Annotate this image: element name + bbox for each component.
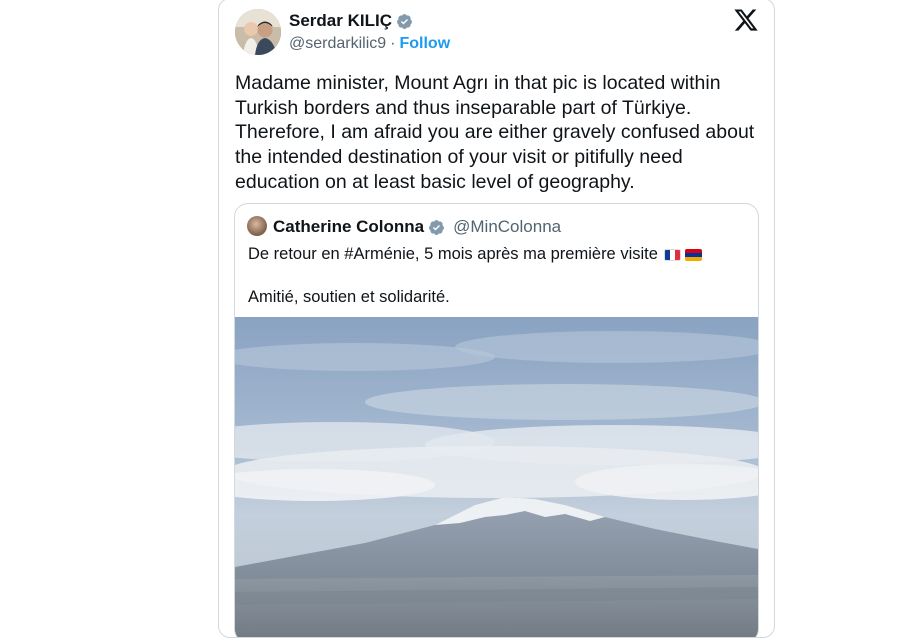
mountain-photo[interactable]: [235, 317, 758, 637]
author-name[interactable]: Serdar KILIÇ: [289, 11, 392, 31]
verified-badge-icon: [397, 13, 412, 29]
follow-button[interactable]: Follow: [399, 35, 450, 53]
quoted-tweet-text: De retour en #Arménie, 5 mois après ma p…: [248, 245, 658, 263]
verified-badge-icon: [429, 219, 445, 235]
author-avatar[interactable]: [235, 9, 281, 55]
flag-france-icon: [663, 248, 681, 261]
quoted-tweet-header: Catherine Colonna @MinColonna: [273, 217, 561, 237]
quoted-tweet-line1: De retour en #Arménie, 5 mois après ma p…: [248, 245, 702, 264]
quoted-author-handle[interactable]: @MinColonna: [453, 217, 561, 237]
quoted-tweet-line2: Amitié, soutien et solidarité.: [248, 288, 450, 306]
author-handle-row: @serdarkilic9 · Follow: [289, 35, 450, 53]
tweet-text: Madame minister, Mount Agrı in that pic …: [235, 72, 755, 193]
separator-dot: ·: [390, 35, 396, 52]
quoted-author-name[interactable]: Catherine Colonna: [273, 217, 424, 237]
flag-armenia-icon: [684, 248, 702, 261]
x-logo-icon[interactable]: [733, 7, 759, 33]
quoted-tweet[interactable]: Catherine Colonna @MinColonna De retour …: [234, 203, 759, 637]
quoted-author-avatar[interactable]: [247, 216, 267, 236]
tweet-card[interactable]: Serdar KILIÇ @serdarkilic9 · Follow Mada…: [218, 0, 775, 638]
author-name-row[interactable]: Serdar KILIÇ: [289, 11, 413, 31]
author-handle[interactable]: @serdarkilic9: [289, 35, 386, 53]
